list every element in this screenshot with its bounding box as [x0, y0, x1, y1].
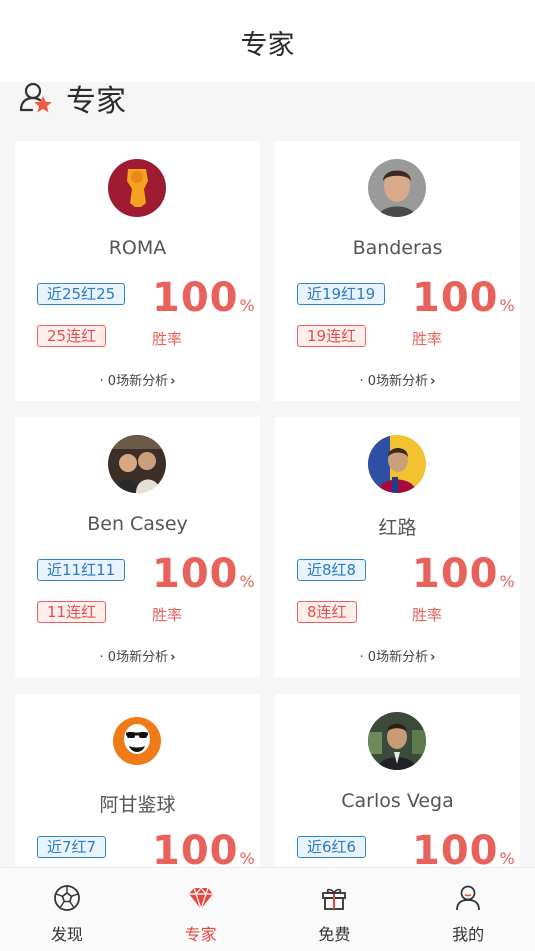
expert-name: Banderas — [352, 237, 443, 259]
section-title: 专家 — [66, 84, 126, 119]
new-analysis-link[interactable]: · 0场新分析 › — [15, 646, 260, 665]
soccer-ball-icon — [53, 885, 80, 911]
recent-record-badge: 近19红19 — [297, 283, 386, 305]
win-rate: 100% — [152, 828, 255, 867]
win-rate: 100% — [412, 275, 515, 321]
new-analysis-link[interactable]: · 0场新分析 › — [15, 370, 260, 389]
tab-label: 我的 — [452, 925, 485, 944]
streak-badge: 11连红 — [37, 601, 107, 623]
tab-discover[interactable]: 发现 — [0, 868, 134, 951]
chevron-right-icon: › — [430, 650, 436, 665]
win-rate: 100% — [152, 275, 255, 321]
top-bar: 专家 — [0, 0, 535, 82]
group-photo-avatar — [108, 435, 166, 493]
streak-badge: 8连红 — [297, 601, 357, 623]
section-header: 专家 — [18, 82, 126, 119]
win-rate-value: 100 — [152, 828, 239, 867]
win-rate-value: 100 — [152, 551, 239, 597]
recent-record-badge: 近8红8 — [297, 559, 367, 581]
win-rate-label: 胜率 — [412, 330, 443, 348]
recent-record-badge: 近7红7 — [37, 836, 107, 858]
streak-badge: 25连红 — [37, 325, 107, 347]
streak-badge: 19连红 — [297, 325, 367, 347]
diamond-icon — [188, 887, 213, 911]
tab-experts[interactable]: 专家 — [134, 868, 268, 951]
expert-name: 红路 — [378, 517, 417, 539]
chevron-right-icon: › — [170, 374, 176, 389]
expert-name: ROMA — [108, 237, 167, 259]
chevron-right-icon: › — [430, 374, 436, 389]
expert-name: Ben Casey — [87, 513, 188, 535]
tab-label: 免费 — [318, 925, 351, 944]
expert-card[interactable]: 红路 近8红8 8连红 100% 胜率 · 0场新分析 › — [275, 417, 520, 677]
win-rate-unit: % — [499, 572, 515, 591]
man-portrait-avatar — [368, 159, 426, 217]
new-analysis-text: · 0场新分析 — [99, 650, 169, 665]
win-rate: 100% — [412, 828, 515, 867]
new-analysis-link[interactable]: · 0场新分析 › — [275, 646, 520, 665]
gift-icon — [322, 888, 347, 910]
win-rate-unit: % — [239, 572, 255, 591]
win-rate-unit: % — [239, 849, 255, 867]
new-analysis-text: · 0场新分析 — [99, 374, 169, 389]
win-rate-value: 100 — [412, 551, 499, 597]
expert-card[interactable]: Ben Casey 近11红11 11连红 100% 胜率 · 0场新分析 › — [15, 417, 260, 677]
expert-grid: ROMA 近25红25 25连红 100% 胜率 · 0场新分析 › Bander… — [15, 141, 520, 867]
win-rate-label: 胜率 — [152, 606, 183, 624]
suited-man-avatar — [368, 712, 426, 770]
new-analysis-text: · 0场新分析 — [359, 374, 429, 389]
recent-record-badge: 近6红6 — [297, 836, 367, 858]
new-analysis-link[interactable]: · 0场新分析 › — [275, 370, 520, 389]
tab-mine[interactable]: 我的 — [401, 868, 535, 951]
bottom-tab-bar: 发现 专家 免费 我的 — [0, 867, 535, 951]
footballer-avatar — [368, 435, 426, 493]
expert-name: Carlos Vega — [341, 790, 454, 812]
win-rate: 100% — [412, 551, 515, 597]
expert-star-icon — [19, 82, 52, 113]
expert-name: 阿甘鉴球 — [99, 794, 176, 816]
tab-label: 发现 — [50, 925, 83, 944]
roma-logo-avatar — [108, 159, 166, 217]
chevron-right-icon: › — [170, 650, 176, 665]
win-rate-unit: % — [499, 296, 515, 315]
expert-card[interactable]: 阿甘鉴球 近7红7 100% — [15, 694, 260, 867]
win-rate-value: 100 — [152, 275, 239, 321]
win-rate-unit: % — [239, 296, 255, 315]
expert-card[interactable]: Carlos Vega 近6红6 100% — [275, 694, 520, 867]
page-title: 专家 — [240, 29, 295, 61]
expert-card[interactable]: Banderas 近19红19 19连红 100% 胜率 · 0场新分析 › — [275, 141, 520, 401]
new-analysis-text: · 0场新分析 — [359, 650, 429, 665]
tab-free[interactable]: 免费 — [268, 868, 402, 951]
recent-record-badge: 近11红11 — [37, 559, 126, 581]
win-rate-value: 100 — [412, 275, 499, 321]
win-rate: 100% — [152, 551, 255, 597]
win-rate-unit: % — [499, 849, 515, 867]
win-rate-value: 100 — [412, 828, 499, 867]
tab-label: 专家 — [184, 925, 217, 944]
win-rate-label: 胜率 — [152, 330, 183, 348]
recent-record-badge: 近25红25 — [37, 283, 126, 305]
user-icon — [456, 885, 481, 911]
expert-card[interactable]: ROMA 近25红25 25连红 100% 胜率 · 0场新分析 › — [15, 141, 260, 401]
cartoon-man-avatar — [108, 712, 166, 770]
win-rate-label: 胜率 — [412, 606, 443, 624]
